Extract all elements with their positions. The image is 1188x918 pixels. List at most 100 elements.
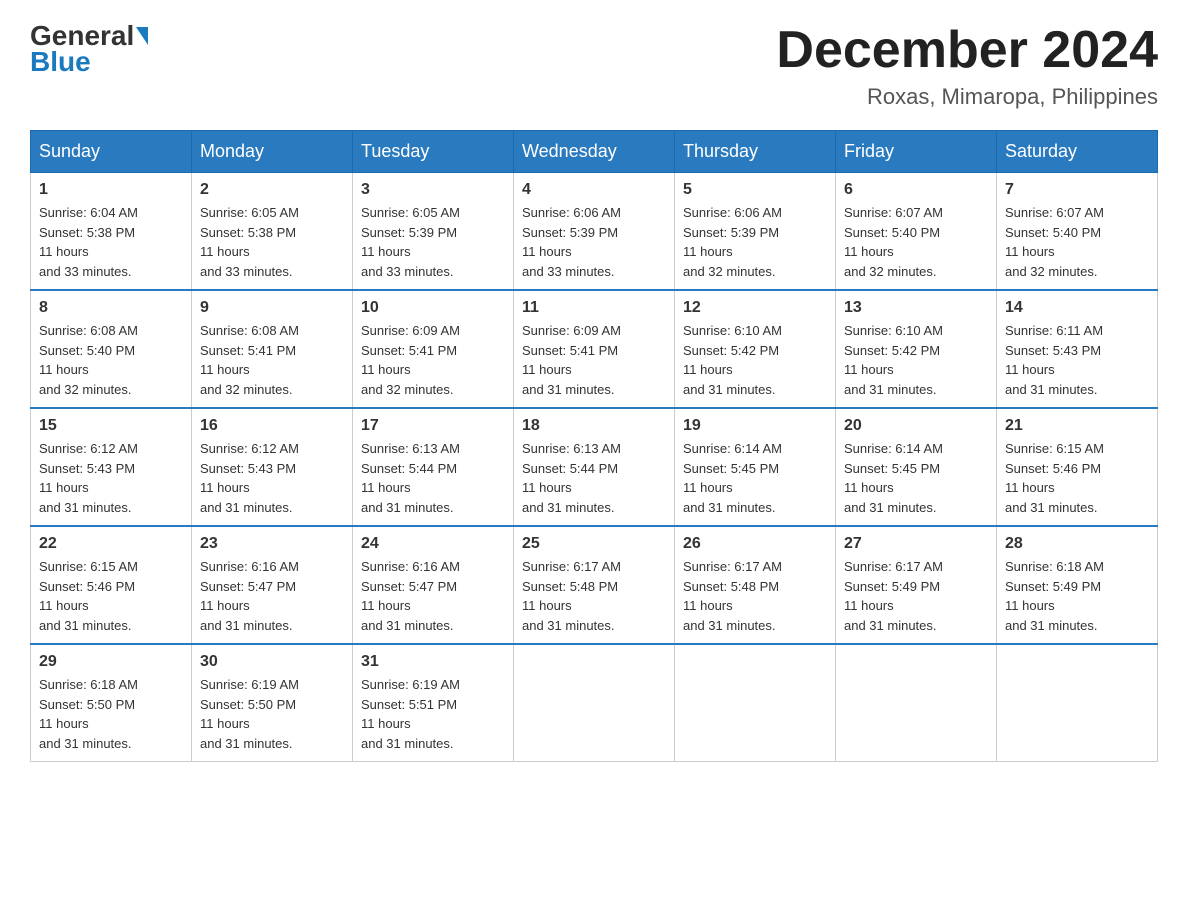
table-row: 14 Sunrise: 6:11 AMSunset: 5:43 PM11 hour… xyxy=(997,290,1158,408)
header-friday: Friday xyxy=(836,131,997,173)
table-row xyxy=(514,644,675,762)
table-row: 15Sunrise: 6:12 AMSunset: 5:43 PM11 hour… xyxy=(31,408,192,526)
day-number: 12 xyxy=(683,299,827,317)
day-info: Sunrise: 6:15 AMSunset: 5:46 PM11 hoursa… xyxy=(39,557,183,635)
day-number: 4 xyxy=(522,181,666,199)
calendar-row: 15Sunrise: 6:12 AMSunset: 5:43 PM11 hour… xyxy=(31,408,1158,526)
day-number: 9 xyxy=(200,299,344,317)
table-row: 17 Sunrise: 6:13 AMSunset: 5:44 PM11 hour… xyxy=(353,408,514,526)
day-number: 20 xyxy=(844,417,988,435)
day-number: 3 xyxy=(361,181,505,199)
table-row: 18 Sunrise: 6:13 AMSunset: 5:44 PM11 hour… xyxy=(514,408,675,526)
day-info: Sunrise: 6:09 AMSunset: 5:41 PM11 hoursa… xyxy=(522,321,666,399)
day-info: Sunrise: 6:08 AMSunset: 5:41 PM11 hoursa… xyxy=(200,321,344,399)
day-info: Sunrise: 6:08 AMSunset: 5:40 PM11 hoursa… xyxy=(39,321,183,399)
day-info: Sunrise: 6:19 AMSunset: 5:51 PM11 hoursa… xyxy=(361,675,505,753)
day-number: 17 xyxy=(361,417,505,435)
table-row: 23Sunrise: 6:16 AMSunset: 5:47 PM11 hour… xyxy=(192,526,353,644)
table-row: 9 Sunrise: 6:08 AMSunset: 5:41 PM11 hours… xyxy=(192,290,353,408)
table-row: 27 Sunrise: 6:17 AMSunset: 5:49 PM11 hour… xyxy=(836,526,997,644)
calendar-row: 1 Sunrise: 6:04 AMSunset: 5:38 PM11 hours… xyxy=(31,173,1158,291)
day-info: Sunrise: 6:18 AMSunset: 5:49 PM11 hoursa… xyxy=(1005,557,1149,635)
table-row: 12Sunrise: 6:10 AMSunset: 5:42 PM11 hour… xyxy=(675,290,836,408)
day-number: 1 xyxy=(39,181,183,199)
day-info: Sunrise: 6:06 AMSunset: 5:39 PM11 hoursa… xyxy=(683,203,827,281)
day-number: 19 xyxy=(683,417,827,435)
day-number: 31 xyxy=(361,653,505,671)
day-number: 18 xyxy=(522,417,666,435)
table-row: 21 Sunrise: 6:15 AMSunset: 5:46 PM11 hour… xyxy=(997,408,1158,526)
day-number: 5 xyxy=(683,181,827,199)
day-info: Sunrise: 6:05 AMSunset: 5:38 PM11 hoursa… xyxy=(200,203,344,281)
logo-blue: Blue xyxy=(30,46,91,78)
header-saturday: Saturday xyxy=(997,131,1158,173)
table-row: 30 Sunrise: 6:19 AMSunset: 5:50 PM11 hour… xyxy=(192,644,353,762)
table-row: 11 Sunrise: 6:09 AMSunset: 5:41 PM11 hour… xyxy=(514,290,675,408)
table-row: 2 Sunrise: 6:05 AMSunset: 5:38 PM11 hours… xyxy=(192,173,353,291)
day-number: 23 xyxy=(200,535,344,553)
table-row: 26Sunrise: 6:17 AMSunset: 5:48 PM11 hour… xyxy=(675,526,836,644)
table-row xyxy=(836,644,997,762)
day-number: 27 xyxy=(844,535,988,553)
day-info: Sunrise: 6:13 AMSunset: 5:44 PM11 hoursa… xyxy=(361,439,505,517)
day-number: 2 xyxy=(200,181,344,199)
header-thursday: Thursday xyxy=(675,131,836,173)
day-info: Sunrise: 6:10 AMSunset: 5:42 PM11 hoursa… xyxy=(844,321,988,399)
day-number: 28 xyxy=(1005,535,1149,553)
table-row: 13Sunrise: 6:10 AMSunset: 5:42 PM11 hour… xyxy=(836,290,997,408)
calendar-row: 29Sunrise: 6:18 AMSunset: 5:50 PM11 hour… xyxy=(31,644,1158,762)
day-info: Sunrise: 6:11 AMSunset: 5:43 PM11 hoursa… xyxy=(1005,321,1149,399)
day-info: Sunrise: 6:14 AMSunset: 5:45 PM11 hoursa… xyxy=(844,439,988,517)
day-number: 29 xyxy=(39,653,183,671)
day-info: Sunrise: 6:13 AMSunset: 5:44 PM11 hoursa… xyxy=(522,439,666,517)
day-info: Sunrise: 6:14 AMSunset: 5:45 PM11 hoursa… xyxy=(683,439,827,517)
header-monday: Monday xyxy=(192,131,353,173)
table-row: 4Sunrise: 6:06 AMSunset: 5:39 PM11 hours… xyxy=(514,173,675,291)
calendar-row: 22 Sunrise: 6:15 AMSunset: 5:46 PM11 hour… xyxy=(31,526,1158,644)
table-row: 1 Sunrise: 6:04 AMSunset: 5:38 PM11 hours… xyxy=(31,173,192,291)
day-info: Sunrise: 6:16 AMSunset: 5:47 PM11 hoursa… xyxy=(361,557,505,635)
table-row: 24Sunrise: 6:16 AMSunset: 5:47 PM11 hour… xyxy=(353,526,514,644)
day-info: Sunrise: 6:19 AMSunset: 5:50 PM11 hoursa… xyxy=(200,675,344,753)
day-info: Sunrise: 6:17 AMSunset: 5:49 PM11 hoursa… xyxy=(844,557,988,635)
day-number: 22 xyxy=(39,535,183,553)
header-sunday: Sunday xyxy=(31,131,192,173)
day-info: Sunrise: 6:07 AMSunset: 5:40 PM11 hoursa… xyxy=(1005,203,1149,281)
header-wednesday: Wednesday xyxy=(514,131,675,173)
day-info: Sunrise: 6:07 AMSunset: 5:40 PM11 hoursa… xyxy=(844,203,988,281)
table-row: 16 Sunrise: 6:12 AMSunset: 5:43 PM11 hour… xyxy=(192,408,353,526)
day-info: Sunrise: 6:15 AMSunset: 5:46 PM11 hoursa… xyxy=(1005,439,1149,517)
day-number: 21 xyxy=(1005,417,1149,435)
title-section: December 2024 Roxas, Mimaropa, Philippin… xyxy=(776,20,1158,110)
table-row: 7 Sunrise: 6:07 AMSunset: 5:40 PM11 hours… xyxy=(997,173,1158,291)
table-row: 28 Sunrise: 6:18 AMSunset: 5:49 PM11 hour… xyxy=(997,526,1158,644)
table-row: 25 Sunrise: 6:17 AMSunset: 5:48 PM11 hour… xyxy=(514,526,675,644)
table-row: 31 Sunrise: 6:19 AMSunset: 5:51 PM11 hour… xyxy=(353,644,514,762)
day-info: Sunrise: 6:04 AMSunset: 5:38 PM11 hoursa… xyxy=(39,203,183,281)
day-info: Sunrise: 6:05 AMSunset: 5:39 PM11 hoursa… xyxy=(361,203,505,281)
calendar-row: 8Sunrise: 6:08 AMSunset: 5:40 PM11 hours… xyxy=(31,290,1158,408)
table-row: 8Sunrise: 6:08 AMSunset: 5:40 PM11 hours… xyxy=(31,290,192,408)
day-info: Sunrise: 6:17 AMSunset: 5:48 PM11 hoursa… xyxy=(683,557,827,635)
day-number: 7 xyxy=(1005,181,1149,199)
table-row: 3 Sunrise: 6:05 AMSunset: 5:39 PM11 hours… xyxy=(353,173,514,291)
day-info: Sunrise: 6:17 AMSunset: 5:48 PM11 hoursa… xyxy=(522,557,666,635)
day-number: 10 xyxy=(361,299,505,317)
day-number: 25 xyxy=(522,535,666,553)
table-row xyxy=(675,644,836,762)
page-subtitle: Roxas, Mimaropa, Philippines xyxy=(776,84,1158,110)
calendar-table: Sunday Monday Tuesday Wednesday Thursday… xyxy=(30,130,1158,762)
table-row xyxy=(997,644,1158,762)
day-number: 6 xyxy=(844,181,988,199)
day-number: 16 xyxy=(200,417,344,435)
day-number: 14 xyxy=(1005,299,1149,317)
table-row: 29Sunrise: 6:18 AMSunset: 5:50 PM11 hour… xyxy=(31,644,192,762)
table-row: 6 Sunrise: 6:07 AMSunset: 5:40 PM11 hours… xyxy=(836,173,997,291)
day-info: Sunrise: 6:12 AMSunset: 5:43 PM11 hoursa… xyxy=(200,439,344,517)
calendar-header-row: Sunday Monday Tuesday Wednesday Thursday… xyxy=(31,131,1158,173)
day-info: Sunrise: 6:12 AMSunset: 5:43 PM11 hoursa… xyxy=(39,439,183,517)
header-tuesday: Tuesday xyxy=(353,131,514,173)
day-info: Sunrise: 6:09 AMSunset: 5:41 PM11 hoursa… xyxy=(361,321,505,399)
day-number: 30 xyxy=(200,653,344,671)
day-number: 11 xyxy=(522,299,666,317)
